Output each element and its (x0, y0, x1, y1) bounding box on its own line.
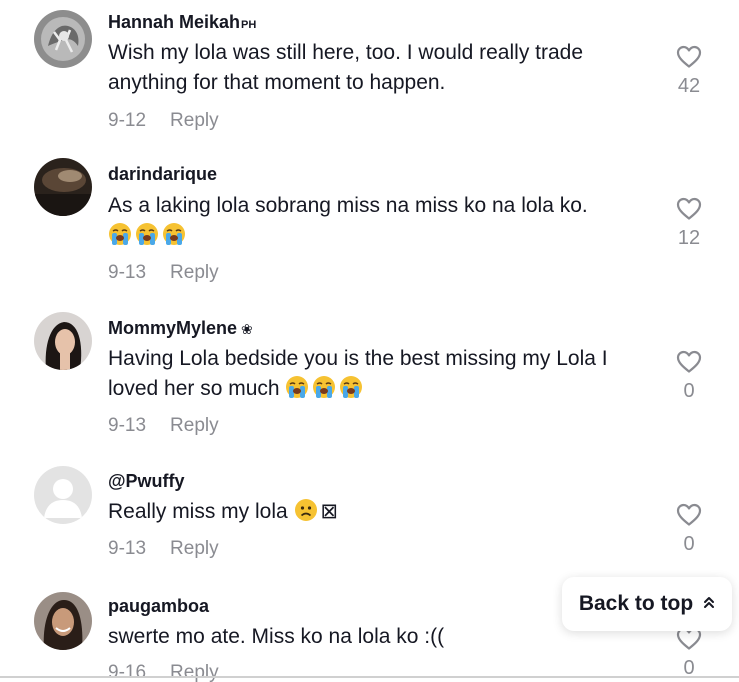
back-to-top-label: Back to top (578, 592, 694, 615)
avatar[interactable] (34, 10, 92, 68)
heart-outline-icon (676, 45, 702, 68)
comment-text: Really miss my lola ⊠ (108, 497, 658, 527)
username-text: MommyMylene (108, 318, 238, 338)
like-count: 42 (677, 75, 701, 97)
reply-button[interactable]: Reply (170, 262, 219, 283)
loudly-crying-face-emoji (340, 376, 363, 398)
comments-panel: Hannah MeikahPH Wish my lola was still h… (0, 0, 739, 682)
comment-username[interactable]: MommyMylene ❀ (108, 318, 253, 339)
username-text: paugamboa (108, 596, 210, 616)
avatar[interactable] (34, 592, 92, 650)
slightly-frowning-face-emoji (294, 499, 317, 521)
loudly-crying-face-emoji (163, 223, 185, 245)
comment-date: 9-13 (108, 538, 147, 559)
username-text: darindarique (108, 164, 218, 184)
reply-button[interactable]: Reply (170, 415, 219, 436)
loudly-crying-face-emoji (109, 223, 131, 245)
loudly-crying-face-emoji (313, 376, 336, 398)
double-chevron-up-icon (703, 595, 715, 613)
username-text: Hannah Meikah (108, 12, 241, 32)
comment-username[interactable]: paugamboa (108, 596, 209, 617)
comment-date: 9-13 (108, 262, 147, 283)
username-suffix: PH (241, 19, 257, 31)
missing-glyph: ⊠ (320, 500, 339, 523)
comment-meta: 9-16 Reply (108, 662, 219, 682)
comment-username[interactable]: darindarique (108, 164, 217, 185)
like-count: 0 (683, 533, 695, 555)
reply-button[interactable]: Reply (170, 538, 219, 559)
like-button[interactable]: 0 (671, 350, 707, 403)
heart-outline-icon (676, 197, 702, 220)
avatar[interactable] (34, 312, 92, 370)
avatar[interactable] (34, 158, 92, 216)
like-count: 12 (677, 227, 701, 249)
heart-outline-icon (676, 503, 702, 526)
like-button[interactable]: 12 (671, 197, 707, 250)
comment-text: Having Lola bedside you is the best miss… (108, 344, 658, 404)
heart-outline-icon (676, 350, 702, 373)
avatar[interactable] (34, 466, 92, 524)
comment-meta: 9-13 Reply (108, 415, 219, 437)
reply-button[interactable]: Reply (170, 662, 219, 682)
comment-date: 9-12 (108, 110, 147, 131)
comment-meta: 9-13 Reply (108, 262, 219, 284)
comment-text: Wish my lola was still here, too. I woul… (108, 38, 658, 98)
comment-text-content: swerte mo ate. Miss ko na lola ko :(( (108, 625, 445, 648)
comment-date: 9-16 (108, 662, 147, 682)
like-count: 0 (683, 380, 695, 402)
comment-text-content: Really miss my lola (108, 500, 288, 523)
reply-button[interactable]: Reply (170, 110, 219, 131)
like-button[interactable]: 0 (671, 503, 707, 556)
like-button[interactable]: 42 (671, 45, 707, 98)
comment-username[interactable]: @Pwuffy (108, 471, 185, 492)
username-text: @Pwuffy (108, 471, 185, 491)
comment-meta: 9-13 Reply (108, 538, 219, 560)
comment-text: As a laking lola sobrang miss na miss ko… (108, 191, 658, 251)
divider (0, 676, 739, 678)
username-badge: ❀ (241, 321, 253, 337)
loudly-crying-face-emoji (286, 376, 309, 398)
comment-username[interactable]: Hannah MeikahPH (108, 12, 256, 33)
comment-text-content: As a laking lola sobrang miss na miss ko… (108, 194, 588, 217)
like-button[interactable]: 0 (671, 627, 707, 680)
back-to-top-button[interactable]: Back to top (562, 577, 732, 631)
loudly-crying-face-emoji (136, 223, 158, 245)
comment-date: 9-13 (108, 415, 147, 436)
comment-text-content: Wish my lola was still here, too. I woul… (108, 41, 584, 94)
comment-meta: 9-12 Reply (108, 110, 219, 132)
